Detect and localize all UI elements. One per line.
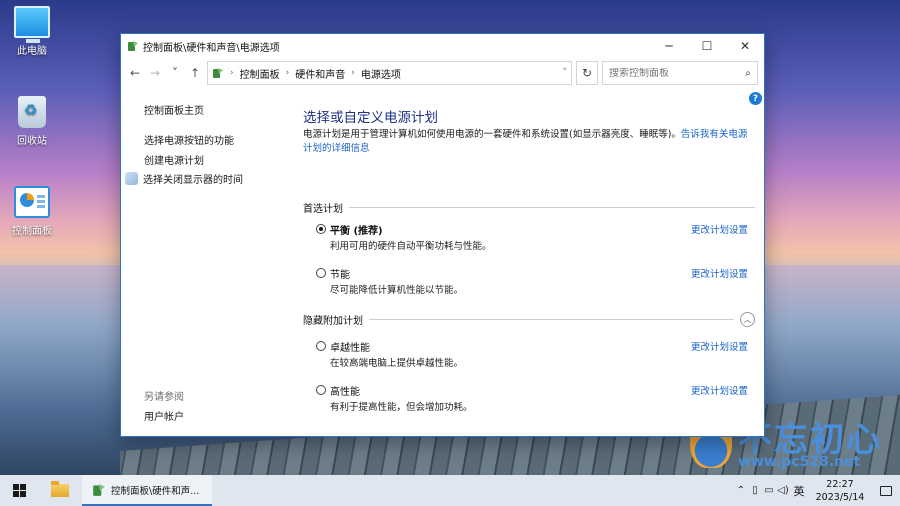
notification-icon [880,485,892,496]
plan-name[interactable]: 卓越性能 [330,339,370,354]
group-heading-label: 隐藏附加计划 [303,316,363,327]
plan-ultimate-performance: 卓越性能 在较高端电脑上提供卓越性能。 更改计划设置 [316,339,756,371]
network-icon[interactable]: ▭ [762,475,776,506]
close-button[interactable]: ✕ [726,34,764,58]
group-heading-label: 首选计划 [303,204,343,215]
sidebar-item-power-button[interactable]: 选择电源按钮的功能 [144,132,234,147]
breadcrumb-item[interactable]: 控制面板 [240,66,280,81]
plan-name[interactable]: 平衡 (推荐) [330,222,383,237]
main-content: 选择或自定义电源计划 电源计划是用于管理计算机如何使用电源的一套硬件和系统设置(… [303,96,758,436]
plan-name[interactable]: 节能 [330,266,350,281]
forward-button[interactable]: → [147,63,163,83]
sidebar-item-label: 选择关闭显示器的时间 [143,175,243,186]
plan-balanced: 平衡 (推荐) 利用可用的硬件自动平衡功耗与性能。 更改计划设置 [316,222,756,254]
power-options-icon [128,41,138,51]
plan-description: 有利于提高性能，但会增加功耗。 [330,402,473,413]
back-button[interactable]: ← [127,63,143,83]
window-titlebar[interactable]: 控制面板\硬件和声音\电源选项 ─ ☐ ✕ [121,34,764,58]
chevron-right-icon[interactable]: › [351,68,355,78]
divider [369,319,734,320]
change-plan-settings-link[interactable]: 更改计划设置 [691,339,748,353]
desktop-icon-label: 控制面板 [12,226,52,237]
window-title: 控制面板\硬件和声音\电源选项 [143,42,280,54]
plan-radio[interactable] [316,341,326,351]
search-icon[interactable]: ⌕ [745,68,751,79]
recent-locations-button[interactable]: ˅ [167,63,183,83]
breadcrumb-item[interactable]: 硬件和声音 [295,66,345,81]
recycle-bin-icon [18,96,46,128]
see-also-heading: 另请参阅 [144,392,184,403]
preferred-plans-heading: 首选计划 [303,200,755,215]
taskbar-item-control-panel[interactable]: 控制面板\硬件和声... [82,475,212,506]
plan-description: 利用可用的硬件自动平衡功耗与性能。 [330,241,492,252]
refresh-button[interactable]: ↻ [576,61,598,85]
desktop-icon-label: 回收站 [17,136,47,147]
notifications-button[interactable] [872,475,900,506]
taskbar-item-label: 控制面板\硬件和声... [111,485,200,497]
system-tray: ⌃ ▯ ▭ ◁) 英 22:27 2023/5/14 [734,475,900,506]
chevron-right-icon: › [230,68,234,78]
volume-icon[interactable]: ◁) [776,475,790,506]
hidden-plans-heading: 隐藏附加计划 ︿ [303,312,755,327]
plan-description: 在较高端电脑上提供卓越性能。 [330,358,464,369]
change-plan-settings-link[interactable]: 更改计划设置 [691,222,748,236]
plan-radio[interactable] [316,385,326,395]
description-text: 电源计划是用于管理计算机如何使用电源的一套硬件和系统设置(如显示器亮度、睡眠等)… [303,129,681,140]
address-dropdown-button[interactable]: ˅ [563,68,568,78]
change-plan-settings-link[interactable]: 更改计划设置 [691,266,748,280]
chevron-up-icon[interactable]: ︿ [740,312,755,327]
minimize-button[interactable]: ─ [650,34,688,58]
power-options-icon [93,483,105,496]
plan-radio[interactable] [316,224,326,234]
power-options-icon [213,68,223,78]
sidebar-item-home[interactable]: 控制面板主页 [144,102,204,117]
windows-logo-icon [12,484,26,497]
search-input[interactable] [609,67,746,79]
start-button[interactable] [0,475,38,506]
address-bar: ← → ˅ ↑ › 控制面板 › 硬件和声音 › 电源选项 ˅ ↻ ⌕ [121,58,764,88]
up-button[interactable]: ↑ [187,63,203,83]
chevron-right-icon[interactable]: › [286,68,290,78]
taskbar: 控制面板\硬件和声... ⌃ ▯ ▭ ◁) 英 22:27 2023/5/14 [0,475,900,506]
folder-icon [51,481,69,497]
desktop-icon-this-pc[interactable]: 此电脑 [0,6,64,57]
usb-icon[interactable]: ▯ [748,475,762,506]
control-panel-window: 控制面板\硬件和声音\电源选项 ─ ☐ ✕ ← → ˅ ↑ › 控制面板 › 硬… [120,33,765,437]
divider [349,207,755,208]
breadcrumb[interactable]: › 控制面板 › 硬件和声音 › 电源选项 ˅ [207,61,572,85]
sidebar-item-user-accounts[interactable]: 用户帐户 [144,408,184,423]
desktop-icon-control-panel[interactable]: 控制面板 [0,186,64,237]
search-box[interactable]: ⌕ [602,61,758,85]
change-plan-settings-link[interactable]: 更改计划设置 [691,383,748,397]
control-panel-icon [14,186,50,218]
watermark-url: www.pc528.net [738,454,861,470]
page-description: 电源计划是用于管理计算机如何使用电源的一套硬件和系统设置(如显示器亮度、睡眠等)… [303,128,755,156]
page-title: 选择或自定义电源计划 [303,110,438,126]
computer-icon [14,6,50,43]
clock-date: 2023/5/14 [815,491,865,503]
plan-description: 尽可能降低计算机性能以节能。 [330,285,464,296]
breadcrumb-item[interactable]: 电源选项 [361,66,401,81]
sidebar: 控制面板主页 选择电源按钮的功能 创建电源计划 选择关闭显示器的时间 另请参阅 … [121,96,296,436]
sidebar-item-create-plan[interactable]: 创建电源计划 [144,152,204,167]
file-explorer-button[interactable] [38,475,82,506]
input-method-indicator[interactable]: 英 [790,483,808,499]
clock-time: 22:27 [826,478,854,490]
sidebar-item-display-off[interactable]: 选择关闭显示器的时间 [125,171,243,186]
chevron-up-icon[interactable]: ⌃ [734,475,748,506]
plan-power-saver: 节能 尽可能降低计算机性能以节能。 更改计划设置 [316,266,756,298]
desktop-icon-recycle-bin[interactable]: 回收站 [0,96,64,147]
clock[interactable]: 22:27 2023/5/14 [808,478,872,504]
desktop-icon-label: 此电脑 [17,46,47,57]
display-settings-icon [125,172,138,185]
plan-radio[interactable] [316,268,326,278]
maximize-button[interactable]: ☐ [688,34,726,58]
plan-name[interactable]: 高性能 [330,383,360,398]
plan-high-performance: 高性能 有利于提高性能，但会增加功耗。 更改计划设置 [316,383,756,415]
